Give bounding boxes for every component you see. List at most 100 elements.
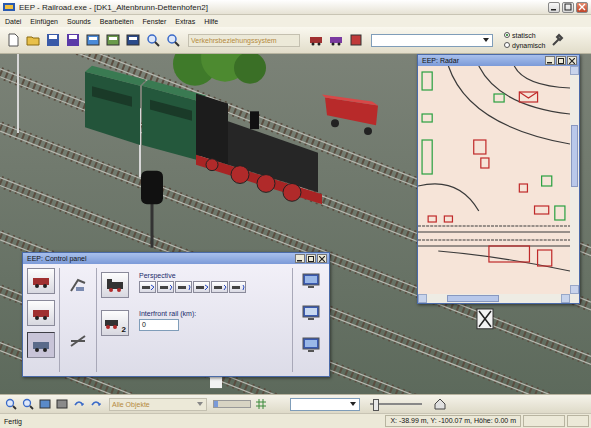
- properties-button[interactable]: [104, 32, 121, 49]
- camera-view-icon: [159, 283, 173, 291]
- panel-minimize-button[interactable]: [295, 254, 305, 263]
- menu-item[interactable]: Bearbeiten: [100, 18, 134, 25]
- speed-slider[interactable]: [213, 400, 251, 408]
- locomotive-button[interactable]: [101, 272, 129, 298]
- signal: [141, 171, 163, 248]
- zoom-out-button[interactable]: [20, 397, 35, 411]
- train-list-button[interactable]: [307, 32, 324, 49]
- maximize-icon: [308, 256, 314, 262]
- perspective-button[interactable]: [229, 281, 246, 293]
- train-mode-icon: [31, 337, 51, 353]
- layer-dropdown[interactable]: [290, 398, 360, 411]
- menu-item[interactable]: Hilfe: [204, 18, 218, 25]
- edit-button[interactable]: [37, 397, 52, 411]
- home-button[interactable]: [432, 397, 447, 411]
- open-folder-button[interactable]: [24, 32, 41, 49]
- radar-maximize-button[interactable]: [556, 56, 566, 65]
- new-file-button[interactable]: [4, 32, 21, 49]
- minimize-button[interactable]: [548, 2, 560, 13]
- layout-button[interactable]: [84, 32, 101, 49]
- menu-item[interactable]: Einfügen: [30, 18, 58, 25]
- maximize-icon: [558, 58, 564, 64]
- view-mode-radio[interactable]: statisch: [504, 31, 545, 40]
- menu-bar: Datei Einfügen Sounds Bearbeiten Fenster Extr…: [0, 15, 591, 27]
- mode-button[interactable]: [27, 268, 55, 294]
- camera-button[interactable]: [54, 397, 69, 411]
- undo-icon: [73, 398, 85, 410]
- switch-button[interactable]: [64, 328, 92, 354]
- maximize-icon: [564, 3, 572, 11]
- mode-button[interactable]: [27, 300, 55, 326]
- trees: [173, 54, 266, 86]
- status-text: Fertig: [2, 418, 383, 425]
- save-all-icon: [66, 33, 80, 47]
- view-mode-radio[interactable]: dynamisch: [504, 41, 545, 50]
- monitor-icon: [301, 337, 321, 353]
- perspective-button[interactable]: [139, 281, 156, 293]
- undo-button[interactable]: [71, 397, 86, 411]
- monitor-button[interactable]: [297, 268, 325, 294]
- save-button[interactable]: [44, 32, 61, 49]
- close-button[interactable]: [576, 2, 588, 13]
- zoom-in-button[interactable]: [3, 397, 18, 411]
- perspective-button[interactable]: [211, 281, 228, 293]
- grid-button[interactable]: [253, 397, 268, 411]
- maximize-button[interactable]: [562, 2, 574, 13]
- zoom-in-icon: [146, 33, 160, 47]
- radar-title: EEP: Radar: [422, 57, 459, 64]
- menu-item[interactable]: Datei: [5, 18, 21, 25]
- zoom-out-button[interactable]: [164, 32, 181, 49]
- camera-icon: [56, 398, 68, 410]
- panel-maximize-button[interactable]: [306, 254, 316, 263]
- perspective-button[interactable]: [175, 281, 192, 293]
- workspace: EEP: Radar EEP: Control panelPerspective2…: [0, 54, 591, 394]
- monitor-button[interactable]: [297, 332, 325, 358]
- tracks: [0, 54, 591, 394]
- locomotive-icon: [105, 277, 125, 293]
- monitor-button[interactable]: [297, 300, 325, 326]
- zoom-in-button[interactable]: [144, 32, 161, 49]
- track-tools-button[interactable]: [327, 32, 344, 49]
- rail-distance-field[interactable]: 0: [139, 319, 179, 331]
- radar-title-bar[interactable]: EEP: Radar: [418, 55, 579, 66]
- radar-minimize-button[interactable]: [545, 56, 555, 65]
- system-dropdown[interactable]: Verkehrsbeziehungssystem: [188, 34, 300, 47]
- radar-window[interactable]: EEP: Radar: [417, 54, 580, 304]
- monitor-icon: [301, 273, 321, 289]
- zoom-slider-thumb[interactable]: [373, 399, 379, 411]
- menu-item[interactable]: Extras: [175, 18, 195, 25]
- camera-view-icon: [231, 283, 245, 291]
- object-combo[interactable]: [371, 34, 493, 47]
- object-filter-dropdown[interactable]: Alle Objekte: [109, 398, 207, 411]
- perspective-button[interactable]: [157, 281, 174, 293]
- signal-tools-button[interactable]: [347, 32, 364, 49]
- train-mode-icon: [31, 273, 51, 289]
- menu-item[interactable]: Fenster: [143, 18, 167, 25]
- edit-icon: [39, 398, 51, 410]
- second-train-button[interactable]: 2: [101, 310, 129, 336]
- grid-icon: [255, 398, 267, 410]
- control-panel-title-bar[interactable]: EEP: Control panel: [23, 253, 329, 264]
- track-tools-icon: [329, 33, 343, 47]
- eep-logo-icon: [3, 2, 15, 12]
- radar-vertical-scrollbar[interactable]: [570, 66, 579, 294]
- train-list-icon: [309, 33, 323, 47]
- panel-close-button[interactable]: [317, 254, 327, 263]
- crane-button[interactable]: [64, 272, 92, 298]
- switch-icon: [68, 333, 88, 349]
- info-button[interactable]: [124, 32, 141, 49]
- radar-close-button[interactable]: [567, 56, 577, 65]
- save-all-button[interactable]: [64, 32, 81, 49]
- passenger-coaches: [85, 66, 206, 161]
- menu-item[interactable]: Sounds: [67, 18, 91, 25]
- mode-button[interactable]: [27, 332, 55, 358]
- control-panel-window[interactable]: EEP: Control panelPerspective2Interfront…: [22, 252, 330, 377]
- perspective-button[interactable]: [193, 281, 210, 293]
- redo-button[interactable]: [88, 397, 103, 411]
- bottom-toolbar: Alle Objekte: [0, 394, 591, 413]
- radar-map[interactable]: [418, 66, 570, 294]
- save-icon: [46, 33, 60, 47]
- zoom-slider[interactable]: [370, 398, 422, 410]
- radar-horizontal-scrollbar[interactable]: [418, 294, 579, 303]
- tools-button[interactable]: [548, 32, 565, 49]
